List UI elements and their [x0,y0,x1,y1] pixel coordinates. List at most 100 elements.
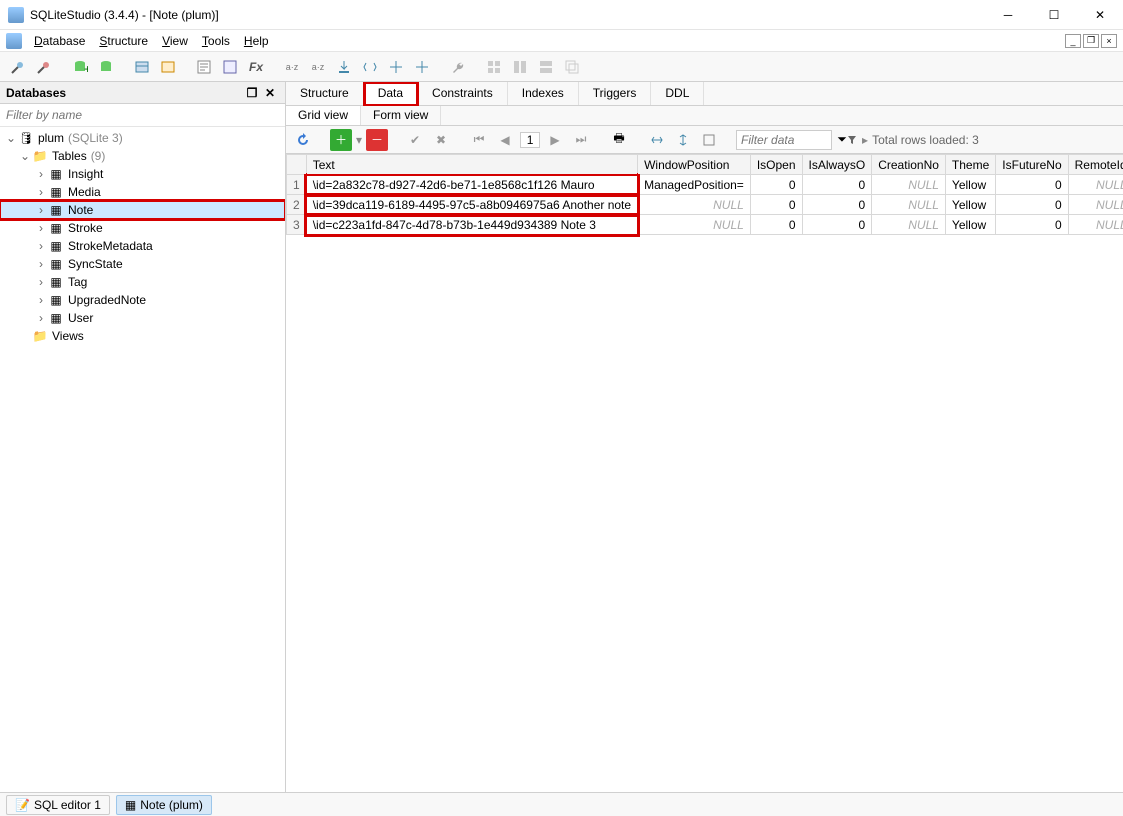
databases-panel-title: Databases [6,86,66,100]
mdi-restore[interactable]: ❐ [1083,34,1099,48]
insert-row-button[interactable]: ＋ [330,129,352,151]
tile-h-icon[interactable] [508,55,532,79]
db-filter-input[interactable] [0,104,285,127]
main-toolbar: + Fx a·z a·z [0,52,1123,82]
table-node-media[interactable]: ›▦Media [0,183,285,201]
connect-icon[interactable] [6,55,30,79]
app-menu-icon[interactable] [6,33,22,49]
add-db-icon[interactable]: + [68,55,92,79]
edit-db-icon[interactable] [94,55,118,79]
mdi-minimize[interactable]: _ [1065,34,1081,48]
statusbar-note-tab[interactable]: ▦Note (plum) [116,795,212,815]
refresh-icon[interactable] [292,129,314,151]
disconnect-icon[interactable] [32,55,56,79]
extension-icon[interactable]: a·z [306,55,330,79]
table-row[interactable]: 3\id=c223a1fd-847c-4d78-b73b-1e449d93438… [287,215,1123,235]
prev-page-icon[interactable]: ◀ [494,129,516,151]
cascade-icon[interactable] [560,55,584,79]
col-creationnoteid[interactable]: CreationNo [872,155,946,175]
tab-indexes[interactable]: Indexes [508,82,579,105]
data-toolbar: ＋ ▾ － ✔ ✖ ⏮ ◀ ▶ ⏭ 🖶 ⏷ ▸ Total rows loade… [286,126,1123,154]
expand-v-icon[interactable] [672,129,694,151]
filter-icon[interactable]: ⏷ [836,129,858,151]
rows-loaded-label: Total rows loaded: 3 [872,133,979,147]
tile-icon[interactable] [482,55,506,79]
statusbar: 📝SQL editor 1 ▦Note (plum) [0,792,1123,816]
main-area: Structure Data Constraints Indexes Trigg… [286,82,1123,792]
menu-database[interactable]: Database [28,32,91,50]
next-page-icon[interactable]: ▶ [544,129,566,151]
table-row[interactable]: 1\id=2a832c78-d927-42d6-be71-1e8568c1f12… [287,175,1123,195]
tab-constraints[interactable]: Constraints [418,82,508,105]
tab-data[interactable]: Data [364,82,418,106]
table-tabs: Structure Data Constraints Indexes Trigg… [286,82,1123,106]
mdi-controls: _ ❐ × [1065,34,1117,48]
commit-icon[interactable]: ✔ [404,129,426,151]
table-node-syncstate[interactable]: ›▦SyncState [0,255,285,273]
sql-editor-icon[interactable] [192,55,216,79]
panel-close-icon[interactable]: ✕ [261,84,279,102]
table-row[interactable]: 2\id=39dca119-6189-4495-97c5-a8b0946975a… [287,195,1123,215]
page-number-input[interactable] [520,132,540,148]
export-arrows-icon[interactable] [358,55,382,79]
minimize-button[interactable]: ─ [985,0,1031,30]
titlebar: SQLiteStudio (3.4.4) - [Note (plum)] ─ ☐… [0,0,1123,30]
databases-panel: Databases ❐ ✕ ⌄🛢plum(SQLite 3) ⌄📁Tables(… [0,82,286,792]
menu-structure[interactable]: Structure [93,32,154,50]
table-node-user[interactable]: ›▦User [0,309,285,327]
col-isalwaysontop[interactable]: IsAlwaysO [802,155,872,175]
db-node-plum[interactable]: ⌄🛢plum(SQLite 3) [0,129,285,147]
rollback-icon[interactable]: ✖ [430,129,452,151]
col-isfuturenote[interactable]: IsFutureNo [996,155,1068,175]
export-icon[interactable] [384,55,408,79]
app-icon [8,7,24,23]
tab-structure[interactable]: Structure [286,82,364,105]
menu-help[interactable]: Help [238,32,275,50]
table-node-strokemetadata[interactable]: ›▦StrokeMetadata [0,237,285,255]
statusbar-sql-editor[interactable]: 📝SQL editor 1 [6,795,110,815]
table-node-note[interactable]: ›▦Note [0,201,285,219]
col-isopen[interactable]: IsOpen [750,155,802,175]
sql-history-icon[interactable] [218,55,242,79]
fx-icon[interactable]: Fx [244,55,268,79]
tile-v-icon[interactable] [534,55,558,79]
table-node-upgradednote[interactable]: ›▦UpgradedNote [0,291,285,309]
db-tree[interactable]: ⌄🛢plum(SQLite 3) ⌄📁Tables(9) ›▦Insight›▦… [0,127,285,792]
execute-icon[interactable] [410,55,434,79]
table-node-stroke[interactable]: ›▦Stroke [0,219,285,237]
data-subtabs: Grid view Form view [286,106,1123,126]
new-view-icon[interactable] [156,55,180,79]
last-page-icon[interactable]: ⏭ [570,129,592,151]
col-theme[interactable]: Theme [945,155,995,175]
data-grid[interactable]: TextWindowPositionIsOpenIsAlwaysOCreatio… [286,154,1123,792]
menu-tools[interactable]: Tools [196,32,236,50]
cell-edit-icon[interactable] [698,129,720,151]
import-icon[interactable] [332,55,356,79]
print-icon[interactable]: 🖶 [608,129,630,151]
new-table-icon[interactable] [130,55,154,79]
mdi-close[interactable]: × [1101,34,1117,48]
col-remoteid[interactable]: RemoteId [1068,155,1123,175]
delete-row-button[interactable]: － [366,129,388,151]
panel-undock-icon[interactable]: ❐ [243,84,261,102]
subtab-grid[interactable]: Grid view [286,106,361,125]
menu-view[interactable]: View [156,32,194,50]
first-page-icon[interactable]: ⏮ [468,129,490,151]
col-text[interactable]: Text [306,155,637,175]
filter-data-input[interactable] [736,130,832,150]
tables-folder[interactable]: ⌄📁Tables(9) [0,147,285,165]
tab-triggers[interactable]: Triggers [579,82,652,105]
table-node-tag[interactable]: ›▦Tag [0,273,285,291]
wrench-icon[interactable] [446,55,470,79]
table-node-insight[interactable]: ›▦Insight [0,165,285,183]
databases-panel-header: Databases ❐ ✕ [0,82,285,104]
tab-ddl[interactable]: DDL [651,82,704,105]
collation-icon[interactable]: a·z [280,55,304,79]
subtab-form[interactable]: Form view [361,106,441,125]
expand-h-icon[interactable] [646,129,668,151]
maximize-button[interactable]: ☐ [1031,0,1077,30]
views-folder[interactable]: 📁Views [0,327,285,345]
menubar: Database Structure View Tools Help _ ❐ × [0,30,1123,52]
col-windowposition[interactable]: WindowPosition [638,155,751,175]
close-button[interactable]: ✕ [1077,0,1123,30]
